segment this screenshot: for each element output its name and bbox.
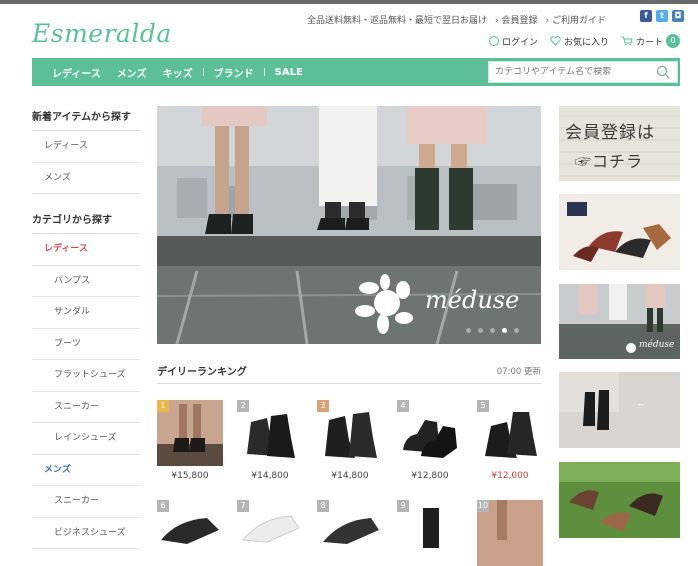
- nav-kids[interactable]: キッズ: [155, 65, 201, 80]
- ranking-item[interactable]: 2 ¥14,800: [237, 400, 303, 481]
- login-icon: [488, 36, 499, 46]
- product-price: ¥15,800: [171, 471, 209, 481]
- register-link-label[interactable]: 会員登録: [502, 16, 538, 26]
- banner-script: ~: [637, 400, 645, 411]
- sidebar-item-sneakers[interactable]: スニーカー: [32, 392, 140, 423]
- member-register-banner[interactable]: 会員登録は ☞コチラ: [559, 106, 680, 181]
- search-box: [488, 61, 678, 83]
- instagram-icon[interactable]: ◘: [672, 10, 684, 22]
- facebook-icon[interactable]: f: [640, 10, 652, 22]
- account-bar: ログイン お気に入り カート 0: [488, 34, 680, 48]
- favorites-label[interactable]: お気に入り: [564, 35, 609, 48]
- banner-member-cta: ☞コチラ: [575, 152, 644, 171]
- sidebar-category-ladies[interactable]: レディース: [32, 234, 140, 266]
- banner-image: [559, 462, 680, 538]
- carousel-dot[interactable]: [490, 328, 495, 333]
- cart-icon: [621, 36, 633, 46]
- sidebar: 新着アイテムから探す レディース メンズ カテゴリから探す レディース パンプス…: [32, 104, 140, 549]
- nav-divider: [202, 68, 204, 76]
- rank-badge: 2: [237, 400, 249, 412]
- sidebar-new-ladies[interactable]: レディース: [32, 131, 140, 163]
- rank-badge: 6: [157, 500, 169, 512]
- rank-badge: 1: [157, 400, 169, 412]
- rank-badge: 10: [477, 500, 489, 512]
- sidebar-new-title: 新着アイテムから探す: [32, 104, 140, 131]
- ranking-item[interactable]: 1 ¥15,800: [157, 400, 223, 481]
- ranking-item[interactable]: 5 ¥12,000: [477, 400, 543, 481]
- heart-icon: [550, 36, 561, 46]
- rank-badge: 7: [237, 500, 249, 512]
- ranking-header: デイリーランキング 07:00 更新: [157, 358, 541, 384]
- sidebar-category-mens[interactable]: メンズ: [32, 455, 140, 486]
- product-price: ¥14,800: [331, 471, 369, 481]
- ranking-item[interactable]: 4 ¥12,800: [397, 400, 463, 481]
- nav-divider: [263, 68, 265, 76]
- sidebar-item-pumps[interactable]: パンプス: [32, 266, 140, 297]
- outdoor-banner[interactable]: [559, 462, 680, 538]
- shipping-notice: 全品送料無料・返品無料・最短で翌日お届け: [307, 16, 488, 26]
- carousel-dot[interactable]: [466, 328, 471, 333]
- product-price-sale: ¥12,000: [491, 471, 529, 481]
- sidebar-item-mens-sneakers[interactable]: スニーカー: [32, 486, 140, 518]
- boots-banner[interactable]: ~: [559, 372, 680, 448]
- sidebar-item-rain-shoes[interactable]: レインシューズ: [32, 423, 140, 455]
- product-price: ¥14,800: [251, 471, 289, 481]
- meduse-banner[interactable]: méduse: [559, 284, 680, 359]
- sidebar-item-flat-shoes[interactable]: フラットシューズ: [32, 360, 140, 392]
- login-link[interactable]: ログイン: [488, 35, 538, 48]
- ranking-item[interactable]: 8: [317, 500, 383, 566]
- shoes-banner[interactable]: [559, 194, 680, 270]
- cart-link[interactable]: カート 0: [621, 34, 680, 48]
- search-icon[interactable]: [656, 65, 671, 80]
- top-border: [0, 0, 698, 4]
- search-input[interactable]: [489, 67, 649, 77]
- utility-bar: 全品送料無料・返品無料・最短で翌日お届け › 会員登録 › ご利用ガイド: [307, 13, 606, 26]
- ranking-updated: 07:00 更新: [496, 366, 541, 377]
- rank-badge: 4: [397, 400, 409, 412]
- nav-sale[interactable]: SALE: [267, 67, 311, 78]
- site-logo[interactable]: Esmeralda: [32, 19, 172, 48]
- banner-member-text: 会員登録は: [565, 123, 655, 143]
- carousel-dot-active[interactable]: [502, 328, 507, 333]
- guide-link-label[interactable]: ご利用ガイド: [552, 16, 606, 26]
- twitter-icon[interactable]: t: [656, 10, 668, 22]
- rank-badge: 8: [317, 500, 329, 512]
- sidebar-category-title: カテゴリから探す: [32, 207, 140, 234]
- rank-badge: 9: [397, 500, 409, 512]
- ranking-title: デイリーランキング: [157, 367, 247, 378]
- favorites-link[interactable]: お気に入り: [550, 35, 609, 48]
- sidebar-item-business-shoes[interactable]: ビジネスシューズ: [32, 518, 140, 549]
- hero-carousel-dots: [466, 328, 519, 333]
- ranking-item[interactable]: 6: [157, 500, 223, 566]
- ranking-item[interactable]: 3 ¥14,800: [317, 400, 383, 481]
- banner-meduse-text: méduse: [639, 340, 675, 350]
- banner-image: [559, 194, 680, 270]
- sidebar-item-sandals[interactable]: サンダル: [32, 297, 140, 329]
- ranking-item[interactable]: 10: [477, 500, 543, 566]
- nav-brand[interactable]: ブランド: [206, 65, 262, 80]
- cart-count-badge: 0: [666, 34, 680, 48]
- main-nav: レディース メンズ キッズ ブランド SALE: [32, 58, 680, 86]
- sidebar-new-mens[interactable]: メンズ: [32, 163, 140, 194]
- banner-image: ~: [559, 372, 680, 448]
- rank-badge: 5: [477, 400, 489, 412]
- nav-ladies[interactable]: レディース: [44, 65, 109, 80]
- hero-brand-text: méduse: [425, 286, 520, 314]
- product-price: ¥12,800: [411, 471, 449, 481]
- carousel-dot[interactable]: [478, 328, 483, 333]
- rank-badge: 3: [317, 400, 329, 412]
- nav-mens[interactable]: メンズ: [109, 65, 155, 80]
- login-label[interactable]: ログイン: [502, 35, 538, 48]
- sidebar-item-boots[interactable]: ブーツ: [32, 329, 140, 360]
- guide-link[interactable]: › ご利用ガイド: [546, 13, 606, 26]
- ranking-item[interactable]: 7: [237, 500, 303, 566]
- register-link[interactable]: › 会員登録: [495, 13, 537, 26]
- cart-label[interactable]: カート: [636, 35, 663, 48]
- hero-banner[interactable]: méduse: [157, 106, 541, 344]
- carousel-dot[interactable]: [514, 328, 519, 333]
- ranking-item[interactable]: 9: [397, 500, 463, 566]
- social-links: f t ◘: [640, 10, 684, 22]
